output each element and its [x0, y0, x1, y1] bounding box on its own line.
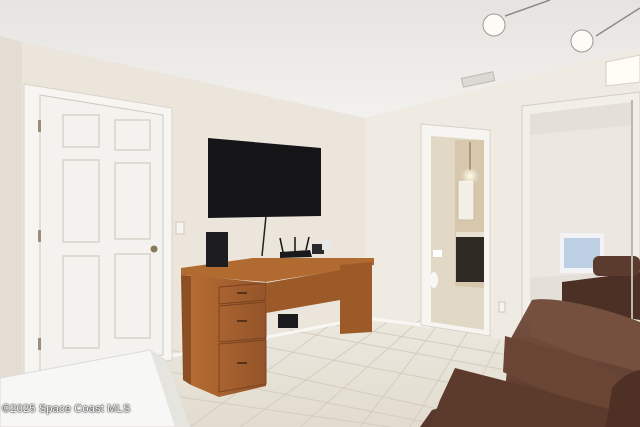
speaker — [206, 232, 228, 267]
watermark: ©2025 Space Coast MLS — [2, 403, 131, 415]
left-door[interactable] — [39, 94, 164, 373]
light-switch[interactable] — [175, 221, 185, 235]
toilet — [430, 272, 438, 288]
door-knob[interactable] — [150, 245, 158, 253]
desk-device — [322, 240, 331, 250]
door-hinge — [38, 338, 41, 350]
room-photo: ©2025 Space Coast MLS — [0, 0, 640, 427]
door-hinge — [38, 120, 41, 132]
toilet-paper — [433, 250, 442, 257]
room-illustration — [0, 0, 640, 427]
left-wall — [0, 36, 22, 390]
floor-device — [278, 314, 298, 328]
bathroom-mirror — [457, 179, 475, 221]
desk-front — [191, 275, 266, 397]
door-hinge — [38, 230, 41, 242]
bathroom-vanity — [456, 236, 484, 282]
vanity-counter — [456, 232, 484, 237]
desk-leg — [340, 262, 372, 334]
wall-mounted-tv — [208, 138, 321, 218]
outlet — [498, 301, 506, 313]
